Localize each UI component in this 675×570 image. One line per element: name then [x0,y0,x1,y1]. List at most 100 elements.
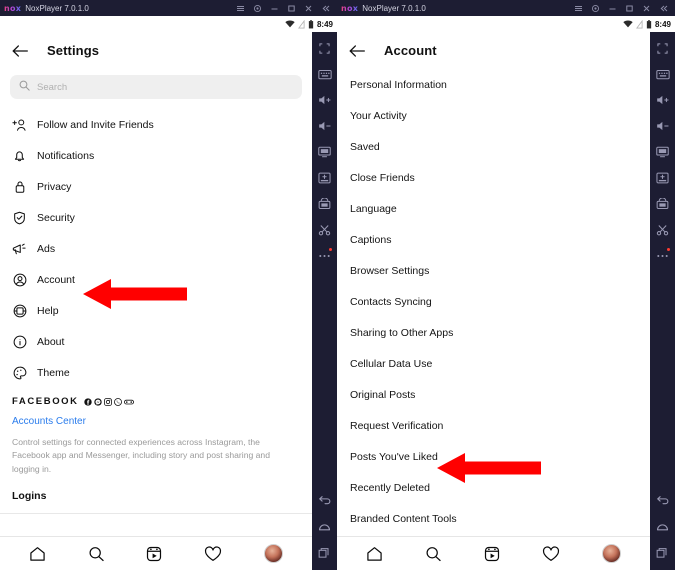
screen-record-icon[interactable] [650,165,675,191]
noxplayer-window-right: nox NoxPlayer 7.0.1.0 8:49 Account Perso… [337,0,675,570]
more-options-icon[interactable] [312,243,337,269]
minimize-button[interactable] [266,1,283,16]
screen-wrap-right: Account Personal Information Your Activi… [337,32,675,570]
window-controls [232,1,334,16]
list-item-contacts-syncing[interactable]: Contacts Syncing [337,286,650,317]
list-item-label: Branded Content Tools [350,512,457,525]
fullscreen-icon[interactable] [312,35,337,61]
facebook-family-icons [83,397,134,406]
close-button[interactable] [300,1,317,16]
android-back-icon[interactable] [650,488,675,514]
signal-icon [635,19,643,29]
back-arrow-icon[interactable] [12,44,29,58]
info-icon [12,335,27,349]
menu-button[interactable] [570,1,587,16]
android-home-icon[interactable] [650,514,675,540]
list-item-browser-settings[interactable]: Browser Settings [337,255,650,286]
facebook-heading-row: FACEBOOK [12,396,300,407]
sidebar-item-label: Ads [37,242,56,255]
android-nav-group-left [312,488,337,570]
home-icon[interactable] [366,546,383,562]
profile-avatar[interactable] [264,544,284,563]
list-item-cellular-data-use[interactable]: Cellular Data Use [337,348,650,379]
portal-icon [123,399,134,404]
list-item-saved[interactable]: Saved [337,131,650,162]
accounts-center-link[interactable]: Accounts Center [12,416,300,427]
sidebar-item-theme[interactable]: Theme [0,357,312,388]
list-item-close-friends[interactable]: Close Friends [337,162,650,193]
collapse-button[interactable] [317,1,334,16]
signal-icon [297,19,305,29]
volume-up-icon[interactable] [312,87,337,113]
android-recents-icon[interactable] [312,540,337,566]
list-item-sharing-to-other-apps[interactable]: Sharing to Other Apps [337,317,650,348]
fullscreen-icon[interactable] [650,35,675,61]
android-recents-icon[interactable] [650,540,675,566]
heart-icon[interactable] [204,545,222,562]
volume-down-icon[interactable] [650,113,675,139]
minimize-button[interactable] [604,1,621,16]
bell-icon [12,149,27,163]
menu-button[interactable] [232,1,249,16]
settings-gear-button[interactable] [587,1,604,16]
list-item-label: Sharing to Other Apps [350,326,454,339]
list-item-language[interactable]: Language [337,193,650,224]
sidebar-item-label: About [37,335,65,348]
back-arrow-icon[interactable] [349,44,366,58]
list-item-original-posts[interactable]: Original Posts [337,379,650,410]
sidebar-item-ads[interactable]: Ads [0,233,312,264]
search-icon[interactable] [88,546,105,562]
settings-gear-button[interactable] [249,1,266,16]
home-icon[interactable] [29,546,46,562]
scissors-icon[interactable] [312,217,337,243]
list-item-captions[interactable]: Captions [337,224,650,255]
whatsapp-icon [113,397,122,406]
screenshot-icon[interactable] [312,139,337,165]
keyboard-icon[interactable] [312,61,337,87]
volume-down-icon[interactable] [312,113,337,139]
list-item-branded-content-tools[interactable]: Branded Content Tools [337,503,650,534]
battery-icon [308,19,314,29]
scissors-icon[interactable] [650,217,675,243]
lock-icon [12,180,27,194]
android-home-icon[interactable] [312,514,337,540]
reels-icon[interactable] [484,546,500,562]
settings-header: Settings [0,32,312,69]
maximize-button[interactable] [283,1,300,16]
collapse-button[interactable] [655,1,672,16]
sidebar-item-follow-invite-friends[interactable]: Follow and Invite Friends [0,109,312,140]
list-item-label: Cellular Data Use [350,357,433,370]
screenshot-icon[interactable] [650,139,675,165]
list-item-label: Personal Information [350,78,447,91]
list-item-label: Saved [350,140,380,153]
list-item-your-activity[interactable]: Your Activity [337,100,650,131]
list-item-label: Captions [350,233,392,246]
divider [0,512,312,514]
android-back-icon[interactable] [312,488,337,514]
screen-record-icon[interactable] [312,165,337,191]
sidebar-item-label: Theme [37,366,70,379]
sidebar-item-privacy[interactable]: Privacy [0,171,312,202]
search-field[interactable] [10,75,302,99]
volume-up-icon[interactable] [650,87,675,113]
apk-install-icon[interactable] [312,191,337,217]
bottom-nav-right [337,536,650,570]
search-icon[interactable] [425,546,442,562]
reels-icon[interactable] [146,546,162,562]
sidebar-item-notifications[interactable]: Notifications [0,140,312,171]
instagram-icon [103,397,112,406]
list-item-personal-information[interactable]: Personal Information [337,69,650,100]
more-options-icon[interactable] [650,243,675,269]
maximize-button[interactable] [621,1,638,16]
apk-install-icon[interactable] [650,191,675,217]
sidebar-item-about[interactable]: About [0,326,312,357]
nox-logo: nox [4,3,22,13]
sidebar-item-security[interactable]: Security [0,202,312,233]
list-item-label: Recently Deleted [350,481,430,494]
heart-icon[interactable] [542,545,560,562]
profile-avatar[interactable] [602,544,621,563]
search-input[interactable] [37,81,293,93]
keyboard-icon[interactable] [650,61,675,87]
list-item-request-verification[interactable]: Request Verification [337,410,650,441]
close-button[interactable] [638,1,655,16]
